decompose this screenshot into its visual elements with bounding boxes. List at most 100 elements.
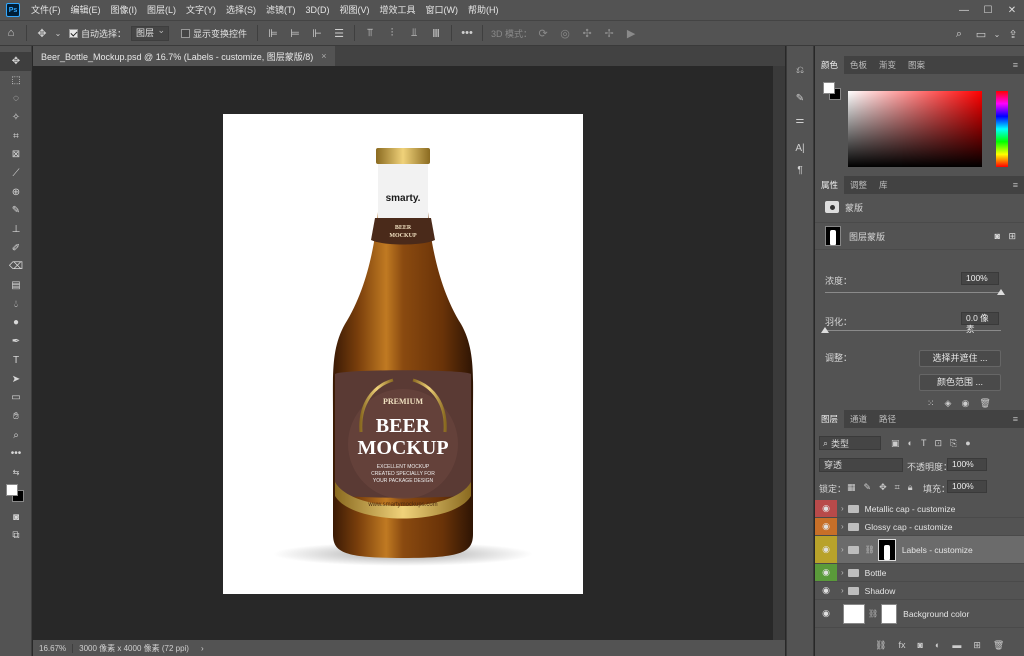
filter-smart-object-icon[interactable]: ⎘ [950, 438, 957, 449]
expand-caret-icon[interactable]: › [841, 504, 844, 513]
layer-mask-thumbnail[interactable] [881, 603, 898, 624]
blur-tool-icon[interactable]: 💧︎ [0, 295, 32, 314]
quick-mask-icon[interactable]: ◙ [0, 508, 32, 527]
minimize-button[interactable]: — [952, 0, 976, 20]
panel-menu-icon[interactable]: ≡ [1013, 180, 1018, 190]
marquee-tool-icon[interactable]: ⬚ [0, 71, 32, 90]
load-selection-icon[interactable]: ⁙ [927, 398, 935, 409]
vertical-scrollbar[interactable] [773, 66, 785, 640]
menu-item[interactable]: 滤镜(T) [261, 0, 301, 20]
layer-thumbnail[interactable] [843, 603, 865, 624]
brush-settings-icon[interactable]: ✎ [787, 88, 813, 108]
feather-slider-track[interactable] [825, 330, 1001, 331]
layer-mask-thumbnail[interactable] [877, 538, 896, 561]
menu-item[interactable]: 视图(V) [335, 0, 375, 20]
filter-type-icon[interactable]: T [921, 438, 927, 449]
layer-row[interactable]: ◉ › ⛓ Labels - customize [815, 536, 1024, 564]
feather-slider-knob[interactable] [821, 327, 829, 333]
frame-tool-icon[interactable]: ⊠ [0, 145, 32, 164]
align-top-icon[interactable]: ⫪ [359, 22, 381, 44]
layer-row[interactable]: ◉ ⛓ Background color [815, 600, 1024, 628]
new-layer-icon[interactable]: ⊞ [973, 640, 981, 651]
expand-caret-icon[interactable]: › [841, 568, 844, 577]
apply-mask-icon[interactable]: ◈ [945, 398, 952, 409]
panel-tab[interactable]: 图层 [815, 410, 845, 428]
visibility-eye-icon[interactable]: ◉ [815, 564, 837, 581]
dodge-tool-icon[interactable]: ● [0, 314, 32, 333]
filter-toggle-icon[interactable]: ● [965, 438, 970, 449]
panel-tab[interactable]: 属性 [815, 176, 845, 194]
move-tool-icon[interactable]: ✥ [31, 22, 53, 44]
pan-3d-icon[interactable]: ✣ [576, 22, 598, 44]
eyedropper-tool-icon[interactable]: ⟋ [0, 164, 32, 183]
screen-mode-icon[interactable]: ⧉ [0, 527, 32, 546]
close-tab-icon[interactable]: × [321, 51, 326, 61]
slide-3d-icon[interactable]: ✢ [598, 22, 620, 44]
density-slider-track[interactable] [825, 292, 1001, 293]
rectangle-tool-icon[interactable]: ▭ [0, 388, 32, 407]
opacity-field[interactable]: 100% [947, 458, 987, 471]
menu-item[interactable]: 窗口(W) [421, 0, 464, 20]
chevron-down-icon[interactable]: ⌄ [53, 22, 63, 44]
density-slider-knob[interactable] [997, 289, 1005, 295]
history-brush-tool-icon[interactable]: ✐ [0, 239, 32, 258]
search-icon[interactable]: ⌕ [948, 23, 970, 45]
lock-artboard-icon[interactable]: ⌗ [895, 482, 900, 493]
type-tool-icon[interactable]: T [0, 351, 32, 370]
layer-row[interactable]: ◉ › Shadow [815, 582, 1024, 600]
add-vector-mask-icon[interactable]: ⊞ [1008, 231, 1016, 242]
visibility-eye-icon[interactable]: ◉ [815, 500, 837, 517]
path-selection-tool-icon[interactable]: ➤ [0, 370, 32, 389]
hand-tool-icon[interactable]: ✋︎ [0, 407, 32, 426]
expand-caret-icon[interactable]: › [841, 545, 844, 554]
distribute-icon[interactable]: ☰ [328, 22, 350, 44]
filter-adjustment-icon[interactable]: ◐ [908, 438, 913, 449]
panel-tab[interactable]: 图案 [902, 56, 931, 74]
select-pixel-mask-icon[interactable]: ◙ [995, 231, 1000, 241]
feather-field[interactable]: 0.0 像素 [961, 312, 999, 334]
align-right-icon[interactable]: ⊩ [306, 22, 328, 44]
align-center-icon[interactable]: ⊨ [284, 22, 306, 44]
healing-brush-tool-icon[interactable]: ⊕ [0, 183, 32, 202]
color-field[interactable] [848, 91, 982, 167]
chevron-down-icon[interactable]: ⌄ [992, 23, 1002, 45]
panel-tab[interactable]: 通道 [844, 410, 873, 428]
lock-transparency-icon[interactable]: ▦ [847, 482, 856, 493]
history-icon[interactable]: ⎌ [787, 60, 813, 80]
align-middle-icon[interactable]: ⫶ [381, 22, 403, 44]
lasso-tool-icon[interactable]: ◌ [0, 89, 32, 108]
share-icon[interactable]: ⇪ [1002, 23, 1024, 45]
filter-kind-dropdown[interactable]: ⌕ 类型 [819, 436, 881, 450]
align-left-icon[interactable]: ⊫ [262, 22, 284, 44]
brush-tool-icon[interactable]: ✎ [0, 202, 32, 221]
canvas-area[interactable]: smarty. BEER MOCKUP PREMIUM BEER MOCKUP … [33, 66, 773, 640]
distribute-vertical-icon[interactable]: Ⅲ [425, 22, 447, 44]
menu-item[interactable]: 增效工具 [375, 0, 421, 20]
paragraph-icon[interactable]: ¶ [787, 160, 813, 180]
move-tool-icon[interactable]: ✥ [0, 52, 32, 71]
roll-3d-icon[interactable]: ◎ [554, 22, 576, 44]
adjustment-icon[interactable]: ◐ [935, 640, 940, 651]
panel-tab[interactable]: 调整 [844, 176, 873, 194]
eraser-tool-icon[interactable]: ⌫ [0, 258, 32, 277]
zoom-tool-icon[interactable]: ⌕ [0, 426, 32, 445]
align-bottom-icon[interactable]: ⫫ [403, 22, 425, 44]
status-menu-arrow[interactable]: › [195, 644, 210, 653]
expand-caret-icon[interactable]: › [841, 522, 844, 531]
fill-field[interactable]: 100% [947, 480, 987, 493]
menu-item[interactable]: 编辑(E) [66, 0, 106, 20]
panel-tab[interactable]: 库 [873, 176, 894, 194]
document-tab[interactable]: Beer_Bottle_Mockup.psd @ 16.7% (Labels -… [33, 46, 335, 66]
menu-item[interactable]: 帮助(H) [463, 0, 504, 20]
menu-item[interactable]: 文字(Y) [181, 0, 221, 20]
orbit-3d-icon[interactable]: ⟳ [532, 22, 554, 44]
link-icon[interactable]: ⛓ [868, 609, 878, 618]
filter-shape-icon[interactable]: ⊡ [934, 438, 942, 449]
gradient-tool-icon[interactable]: ▤ [0, 276, 32, 295]
lock-position-icon[interactable]: ✥ [879, 482, 887, 493]
panel-tab[interactable]: 色板 [844, 56, 873, 74]
maximize-button[interactable]: ☐ [976, 0, 1000, 20]
mask-icon[interactable]: ◙ [917, 640, 922, 651]
panel-tab[interactable]: 渐变 [873, 56, 902, 74]
link-icon[interactable]: ⛓ [875, 640, 886, 651]
